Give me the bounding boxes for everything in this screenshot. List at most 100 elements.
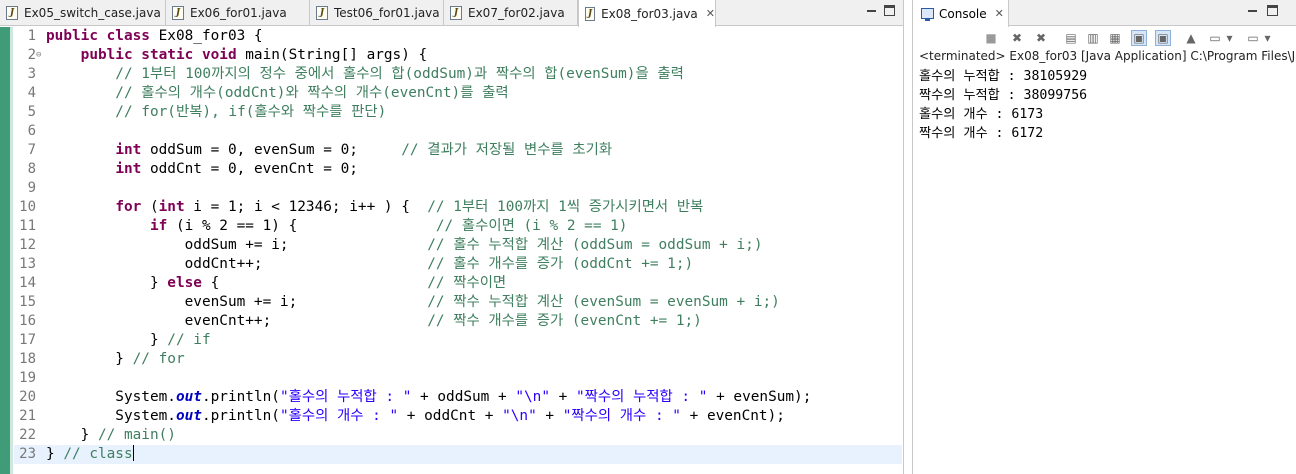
console-output[interactable]: 홀수의 누적합 : 38105929 짝수의 누적합 : 38099756 홀수의 … [919, 67, 1087, 143]
tab-ex07-for02[interactable]: J Ex07_for02.java [444, 0, 578, 26]
comment-token: // 짝수이면 [427, 275, 507, 291]
close-icon[interactable]: ✕ [995, 7, 1004, 20]
tab-ex05-switch-case[interactable]: J Ex05_switch_case.java [0, 0, 166, 26]
tab-label: Ex08_for03.java [601, 6, 698, 21]
console-output-line: 짝수의 누적합 : 38099756 [919, 88, 1088, 103]
code-line[interactable]: 15 evenSum += i; // 짝수 누적합 계산 (evenSum =… [14, 293, 902, 312]
keyword-token: public class [46, 28, 150, 44]
code-line[interactable]: 11 if (i % 2 == 1) { // 홀수이면 (i % 2 == 1… [14, 217, 902, 236]
maximize-icon[interactable] [1267, 5, 1278, 16]
line-number: 20 [19, 389, 36, 405]
code-line[interactable]: 19 [14, 369, 902, 388]
minimize-icon[interactable] [866, 5, 877, 16]
code-token: .println( [201, 408, 280, 424]
string-token: "홀수의 개수 : " [279, 408, 399, 424]
open-console-dropdown-icon[interactable]: ▾ [1263, 30, 1272, 46]
string-token: "\n" [515, 389, 550, 405]
code-line[interactable]: 16 evenCnt++; // 짝수 개수를 증가 (evenCnt += 1… [14, 312, 902, 331]
terminate-icon[interactable]: ■ [983, 30, 999, 46]
code-line[interactable]: 14 } else { // 짝수이면 [14, 274, 902, 293]
line-number: 13 [19, 256, 36, 272]
console-view[interactable]: Console ✕ ■ ✖ ✖ ▤ ▥ ▦ ▣ ▣ ▲ ▭ ▾ ▭ ▾ <terminated> Ex0… [912, 0, 1296, 474]
code-line[interactable]: 22 } // main() [14, 426, 902, 445]
comment-token: // if [167, 332, 211, 348]
code-line[interactable]: 6 [14, 122, 902, 141]
remove-all-terminated-icon[interactable]: ✖ [1033, 30, 1049, 46]
comment-token: // 홀수 누적합 계산 (oddSum = oddSum + i;) [427, 237, 763, 253]
tab-ex06-for01[interactable]: J Ex06_for01.java [166, 0, 310, 26]
code-area[interactable]: 1 public class Ex08_for03 {2⊖ public stat… [14, 27, 902, 464]
code-line[interactable]: 18 } // for [14, 350, 902, 369]
minimize-icon[interactable] [1247, 5, 1258, 16]
comment-token: // 1부터 100까지의 정수 중에서 홀수의 합(oddSum)과 짝수의 … [46, 66, 684, 82]
comment-token: // 홀수이면 (i % 2 == 1) [435, 218, 628, 234]
console-tab-bar: Console ✕ [913, 0, 1296, 27]
keyword-token: int [158, 199, 185, 215]
show-on-stdout-icon[interactable]: ▣ [1131, 30, 1147, 46]
comment-token: // for [132, 351, 185, 367]
comment-token: // 결과가 저장될 변수를 초기화 [401, 142, 613, 158]
code-line[interactable]: 13 oddCnt++; // 홀수 개수를 증가 (oddCnt += 1;) [14, 255, 902, 274]
line-number: 9 [27, 180, 36, 196]
line-number: 4 [27, 85, 36, 101]
code-line[interactable]: 10 for (int i = 1; i < 12346; i++ ) { //… [14, 198, 902, 217]
string-token: "짝수의 개수 : " [562, 408, 681, 424]
console-toolbar: ■ ✖ ✖ ▤ ▥ ▦ ▣ ▣ ▲ ▭ ▾ ▭ ▾ [913, 27, 1296, 49]
code-token: + oddCnt + [398, 408, 503, 424]
comment-token: // for(반복), if(홀수와 짝수를 판단) [46, 104, 387, 120]
scroll-lock-icon[interactable]: ▥ [1085, 30, 1101, 46]
tab-label: Ex05_switch_case.java [24, 6, 161, 20]
quick-diff-ruler [0, 27, 13, 474]
clear-console-icon[interactable]: ▤ [1063, 30, 1079, 46]
java-file-icon: J [6, 6, 18, 20]
line-number: 18 [19, 351, 36, 367]
code-token: Ex08_for03 { [149, 28, 263, 44]
remove-launch-icon[interactable]: ✖ [1009, 30, 1025, 46]
code-line[interactable]: 20 System.out.println("홀수의 누적합 : " + odd… [14, 388, 902, 407]
code-line[interactable]: 12 oddSum += i; // 홀수 누적합 계산 (oddSum = o… [14, 236, 902, 255]
code-line[interactable]: 7 int oddSum = 0, evenSum = 0; // 결과가 저장… [14, 141, 902, 160]
comment-token: // class [63, 446, 133, 462]
console-launch-description: <terminated> Ex08_for03 [Java Applicatio… [919, 49, 1296, 63]
code-line[interactable]: 1 public class Ex08_for03 { [14, 27, 902, 46]
tab-test06-for01[interactable]: J Test06_for01.java [310, 0, 444, 26]
code-token: } [46, 446, 64, 462]
code-line[interactable]: 21 System.out.println("홀수의 개수 : " + oddC… [14, 407, 902, 426]
text-caret [132, 445, 134, 461]
keyword-token: int [115, 161, 142, 177]
code-token: oddCnt = 0, evenCnt = 0; [141, 161, 358, 177]
code-token: + evenSum); [707, 389, 812, 405]
string-token: "짝수의 누적합 : " [576, 389, 708, 405]
code-line[interactable]: 23} // class [14, 445, 902, 464]
open-console-icon[interactable]: ▭ [1245, 30, 1261, 46]
close-icon[interactable]: ✕ [706, 7, 715, 20]
field-token: out [175, 408, 202, 424]
code-line[interactable]: 5 // for(반복), if(홀수와 짝수를 판단) [14, 103, 902, 122]
code-token: i = 1; i < 12346; i++ ) { [184, 199, 428, 215]
code-line[interactable]: 4 // 홀수의 개수(oddCnt)와 짝수의 개수(evenCnt)를 출력 [14, 84, 902, 103]
comment-token: // main() [97, 427, 176, 443]
code-line[interactable]: 17 } // if [14, 331, 902, 350]
code-token: main(String[] args) { [236, 47, 428, 63]
maximize-icon[interactable] [884, 5, 895, 16]
word-wrap-icon[interactable]: ▦ [1107, 30, 1123, 46]
code-line[interactable]: 3 // 1부터 100까지의 정수 중에서 홀수의 합(oddSum)과 짝수… [14, 65, 902, 84]
code-token: evenSum += i; [46, 294, 428, 310]
display-console-icon[interactable]: ▭ [1207, 30, 1223, 46]
tab-ex08-for03[interactable]: J Ex08_for03.java ✕ [578, 0, 716, 27]
field-token: out [175, 389, 202, 405]
java-file-icon: J [316, 6, 328, 20]
fold-collapse-icon[interactable]: ⊖ [36, 46, 46, 65]
pin-console-icon[interactable]: ▲ [1183, 30, 1199, 46]
tab-console[interactable]: Console ✕ [913, 0, 1009, 27]
show-on-stderr-icon[interactable]: ▣ [1155, 30, 1171, 46]
display-console-dropdown-icon[interactable]: ▾ [1225, 30, 1234, 46]
code-line[interactable]: 8 int oddCnt = 0, evenCnt = 0; [14, 160, 902, 179]
code-line[interactable]: 9 [14, 179, 902, 198]
code-editor-pane[interactable]: J Ex05_switch_case.java J Ex06_for01.jav… [0, 0, 904, 474]
code-line[interactable]: 2⊖ public static void main(String[] args… [14, 46, 902, 65]
code-token: oddSum = 0, evenSum = 0; [141, 142, 402, 158]
line-number: 15 [19, 294, 36, 310]
